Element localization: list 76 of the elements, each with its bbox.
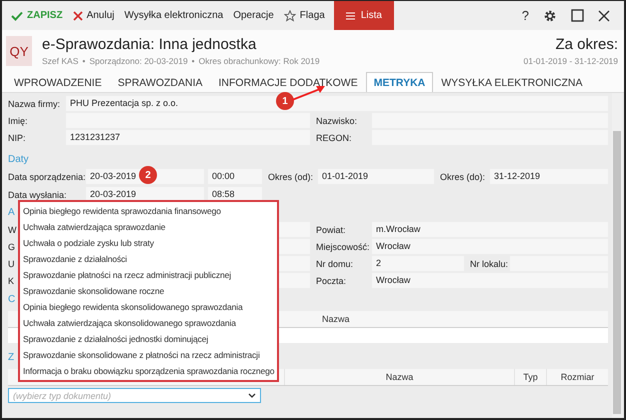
section-heading: A [8,206,15,220]
document-meta: Okres obrachunkowy: Rok 2019 [198,56,320,66]
field-label: Nazwisko: [316,116,358,126]
post-office-field[interactable]: Wrocław [372,273,608,288]
help-button[interactable]: ? [522,8,529,23]
document-badge: QY [6,36,32,66]
field-label: K [8,276,14,286]
column-header[interactable]: Nazwa [284,369,514,385]
tab[interactable]: INFORMACJE DODATKOWE [210,72,366,92]
field-label: Imię: [8,116,29,126]
field-label: Poczta: [316,276,348,286]
field-label: Okres (do): [440,172,486,182]
field-label: NIP: [8,132,27,142]
house-number-field[interactable]: 2 [372,256,464,271]
field-label: Nazwa firmy: [8,98,62,108]
field-label: Miejscowość: [316,242,371,252]
scrollbar[interactable] [612,93,622,418]
dropdown-option[interactable]: Sprawozdanie z działalności [20,251,278,267]
tab[interactable]: WYSYŁKA ELEKTRONICZNA [433,72,590,92]
dropdown-option[interactable]: Informacja o braku obowiązku sporządzenia sprawozdania rocznego [20,363,278,379]
menu-icon [346,12,355,20]
column-header[interactable]: Typ [514,369,546,385]
field-label: Nr lokalu: [470,258,510,268]
period-label: Za okres: [555,36,618,53]
city-field[interactable]: Wrocław [372,239,608,254]
date-field[interactable]: 01-01-2019 [318,169,434,184]
field-label: Nr domu: [316,258,354,268]
column-header[interactable]: Nazwa [308,311,608,327]
toolbar-button[interactable]: Operacje [228,1,279,30]
dropdown-option[interactable]: Uchwała zatwierdzająca skonsolidowanego sprawozdania [20,315,278,331]
document-meta: Sporządzono: 20-03-2019 [89,56,188,66]
section-heading: Daty [8,153,29,167]
document-meta: Szef KAS [42,56,78,66]
list-button[interactable]: Lista [334,1,394,30]
nip-field[interactable]: 1231231237 [66,130,310,145]
time-field[interactable]: 00:00 [208,169,262,184]
field-label: Okres (od): [268,172,314,182]
check-icon [11,10,23,20]
cancel-button[interactable]: Anuluj [68,1,120,30]
column-header[interactable]: Rozmiar [546,369,608,385]
dropdown-option[interactable]: Sprawozdanie z działalności jednostki dominującej [20,331,278,347]
field-label: Data sporządzenia: [8,172,86,182]
section-heading: Z [8,351,14,365]
chevron-down-icon [248,393,256,398]
settings-icon[interactable] [543,8,557,22]
field-label: Data wysłania: [8,190,68,200]
flag-button[interactable]: Flaga [278,1,330,30]
dropdown-option[interactable]: Sprawozdanie skonsolidowane z płatności na rzecz administracji [20,347,278,363]
dropdown-option[interactable]: Sprawozdanie skonsolidowane roczne [20,283,278,299]
maximize-icon[interactable] [571,9,584,22]
field-label: W [8,224,16,234]
county-field[interactable]: m.Wrocław [372,222,608,237]
close-icon[interactable] [598,10,610,22]
section-heading: C [8,293,16,307]
separator-dot: • [192,56,195,66]
period-range: 01-01-2019 - 31-12-2019 [523,56,618,66]
tab[interactable]: WPROWADZENIE [6,72,110,92]
separator-dot: • [82,56,86,66]
dropdown-option[interactable]: Uchwała o podziale zysku lub straty [20,235,278,251]
field-label: G [8,242,16,252]
tab[interactable]: METRYKA [366,72,434,92]
dropdown-option[interactable]: Opinia biegłego rewidenta sprawozdania finansowego [20,203,278,219]
toolbar-button[interactable]: Wysyłka elektroniczna [119,1,228,30]
callout-badge: 2 [139,166,157,184]
field-label: REGON: [316,132,353,142]
callout-arrow [292,86,325,101]
field-label: U [8,258,14,268]
tab[interactable]: SPRAWOZDANIA [110,72,210,92]
star-icon [284,10,296,22]
close-icon [72,10,83,20]
dropdown-option[interactable]: Sprawozdanie płatności na rzecz administracji publicznej [20,267,278,283]
dropdown-option[interactable]: Opinia biegłego rewidenta skonsolidowanego sprawozdania [20,299,278,315]
date-field[interactable]: 31-12-2019 [490,169,608,184]
field-label: Powiat: [316,224,347,234]
document-title: e-Sprawozdania: Inna jednostka [42,36,258,53]
dropdown-option[interactable]: Uchwała zatwierdzająca sprawozdanie [20,219,278,235]
